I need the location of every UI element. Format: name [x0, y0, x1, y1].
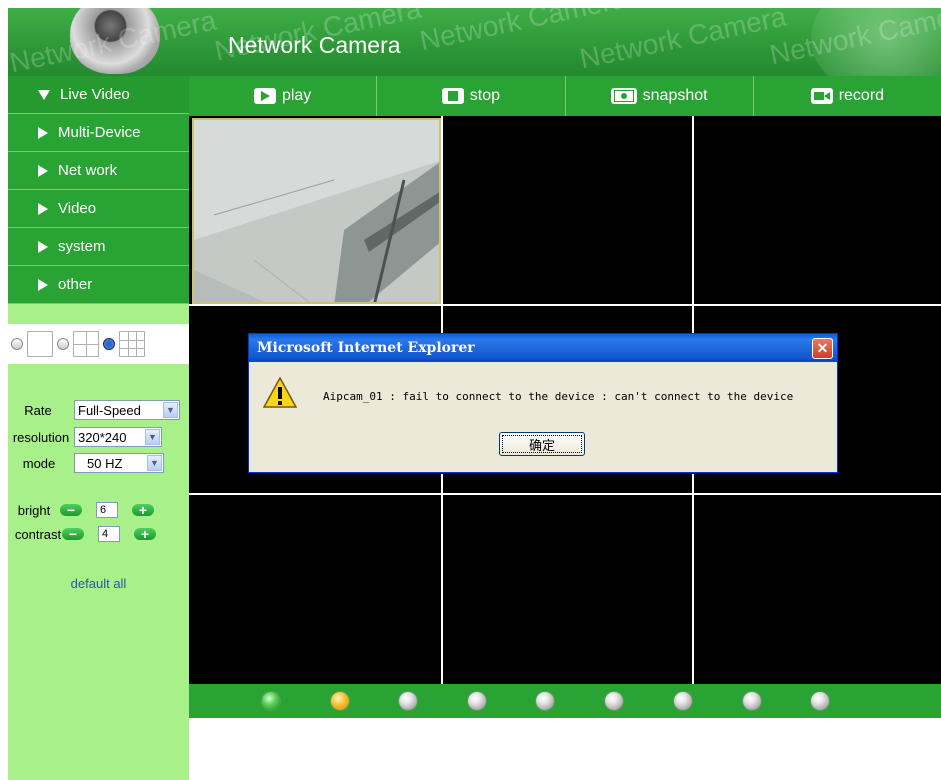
- channel-indicator-8[interactable]: [743, 692, 761, 710]
- record-label: record: [838, 87, 885, 104]
- sidebar-item-label: Video: [58, 200, 97, 217]
- sidebar-item-network[interactable]: Net work: [8, 152, 189, 190]
- camera-icon: [610, 88, 637, 104]
- app-title: Network Camera: [228, 32, 401, 58]
- channel-indicator-7[interactable]: [674, 692, 692, 710]
- stop-button[interactable]: stop: [377, 76, 566, 116]
- sidebar-item-label: Multi-Device: [58, 124, 141, 141]
- mode-row: mode 50 HZ ▼: [8, 453, 189, 473]
- dialog-message: Aipcam_01 : fail to connect to the devic…: [323, 390, 794, 403]
- mode-value: 50 HZ: [87, 455, 123, 471]
- mode-label: mode: [22, 455, 56, 471]
- contrast-label: contrast: [14, 526, 62, 542]
- play-button[interactable]: play: [189, 76, 378, 116]
- channel-indicator-1[interactable]: [262, 692, 280, 710]
- rate-label: Rate: [24, 402, 52, 418]
- snapshot-button[interactable]: snapshot: [566, 76, 754, 116]
- sidebar-item-label: Net work: [58, 162, 118, 179]
- dialog-title-bar[interactable]: Microsoft Internet Explorer: [249, 334, 837, 362]
- sidebar-item-label: other: [58, 276, 93, 293]
- rate-value: Full-Speed: [78, 402, 141, 418]
- rate-select[interactable]: Full-Speed ▼: [74, 400, 180, 420]
- mode-select[interactable]: 50 HZ ▼: [74, 453, 164, 473]
- contrast-increase-button[interactable]: +: [134, 527, 156, 541]
- layout-radio-9[interactable]: [103, 338, 115, 350]
- triangle-right-icon: [38, 126, 48, 139]
- resolution-label: resolution: [12, 429, 70, 445]
- channel-indicator-6[interactable]: [605, 692, 623, 710]
- channel-indicator-4[interactable]: [468, 692, 486, 710]
- close-icon: ✕: [816, 340, 829, 356]
- snapshot-label: snapshot: [642, 87, 708, 104]
- layout-selector: [8, 324, 189, 364]
- stop-icon: [441, 88, 464, 104]
- close-button[interactable]: ✕: [812, 338, 833, 359]
- contrast-value-field[interactable]: 4: [98, 526, 120, 542]
- quad-view-icon: [73, 331, 99, 357]
- sidebar-item-video[interactable]: Video: [8, 190, 189, 228]
- play-label: play: [281, 87, 312, 104]
- nine-view-icon: [119, 331, 145, 357]
- sidebar-item-other[interactable]: other: [8, 266, 189, 304]
- app-header: Network Camera Network Camera Network Ca…: [8, 8, 941, 76]
- triangle-right-icon: [38, 202, 48, 215]
- channel-indicator-9[interactable]: [811, 692, 829, 710]
- bright-row: bright − 6 +: [8, 502, 189, 518]
- triangle-right-icon: [38, 164, 48, 177]
- ok-label: 确定: [528, 437, 555, 453]
- sidebar-item-live-video[interactable]: Live Video: [8, 76, 189, 114]
- ok-button[interactable]: 确定: [499, 432, 585, 456]
- ceiling-view-image: [194, 120, 439, 302]
- sidebar-item-label: system: [58, 238, 106, 255]
- triangle-right-icon: [38, 240, 48, 253]
- resolution-value: 320*240: [78, 429, 127, 445]
- grid-divider: [189, 304, 941, 306]
- default-all-link[interactable]: default all: [8, 576, 189, 591]
- sidebar-item-multi-device[interactable]: Multi-Device: [8, 114, 189, 152]
- dialog-title: Microsoft Internet Explorer: [257, 340, 475, 356]
- channel-bar: [189, 684, 941, 718]
- stop-label: stop: [469, 87, 500, 104]
- sidebar: Live Video Multi-Device Net work Video s…: [8, 76, 189, 780]
- triangle-down-icon: [38, 89, 50, 100]
- rate-row: Rate Full-Speed ▼: [8, 400, 189, 420]
- record-button[interactable]: record: [754, 76, 941, 116]
- channel-indicator-2[interactable]: [331, 692, 349, 710]
- channel-indicator-5[interactable]: [536, 692, 554, 710]
- bright-decrease-button[interactable]: −: [60, 503, 82, 517]
- grid-divider: [189, 493, 941, 495]
- chevron-down-icon: ▼: [145, 429, 160, 445]
- resolution-row: resolution 320*240 ▼: [8, 427, 189, 447]
- single-view-icon: [27, 331, 53, 357]
- sidebar-item-system[interactable]: system: [8, 228, 189, 266]
- channel-indicator-3[interactable]: [399, 692, 417, 710]
- playback-toolbar: play stop snapshot record: [189, 76, 941, 116]
- triangle-right-icon: [38, 278, 48, 291]
- warning-icon: [263, 376, 297, 408]
- play-icon: [253, 88, 276, 104]
- bright-value-field[interactable]: 6: [96, 502, 118, 518]
- bright-increase-button[interactable]: +: [132, 503, 154, 517]
- contrast-row: contrast − 4 +: [8, 526, 189, 542]
- bright-label: bright: [17, 502, 51, 518]
- alert-dialog: Microsoft Internet Explorer ✕ Aipcam_01 …: [248, 333, 838, 473]
- layout-radio-1[interactable]: [11, 338, 23, 350]
- camera-feed-1[interactable]: [192, 118, 441, 304]
- contrast-decrease-button[interactable]: −: [62, 527, 84, 541]
- layout-radio-4[interactable]: [57, 338, 69, 350]
- video-camera-icon: [810, 88, 833, 104]
- chevron-down-icon: ▼: [163, 402, 178, 418]
- chevron-down-icon: ▼: [147, 455, 162, 471]
- sidebar-item-label: Live Video: [60, 86, 130, 103]
- resolution-select[interactable]: 320*240 ▼: [74, 427, 162, 447]
